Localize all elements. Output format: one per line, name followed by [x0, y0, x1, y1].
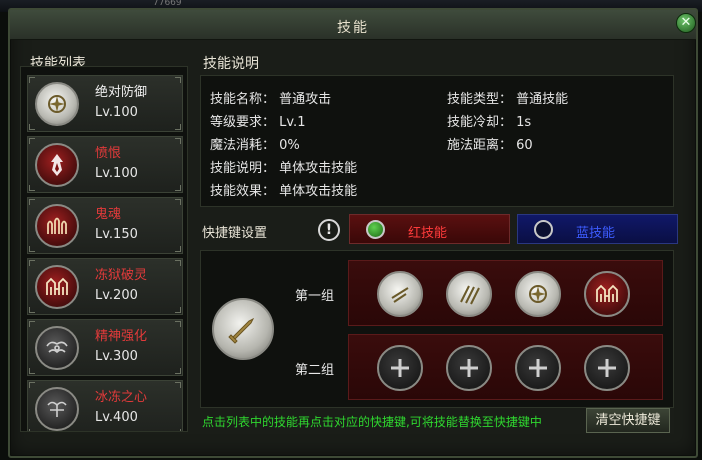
ghosts-icon	[35, 204, 79, 248]
skill-name: 冻狱破灵	[95, 268, 148, 283]
shield-orb-icon[interactable]	[515, 271, 561, 317]
info-level-req: 等级要求： Lv.1	[210, 115, 306, 130]
tab-label: 蓝技能	[576, 226, 616, 241]
close-icon[interactable]: ✕	[676, 13, 696, 33]
tab-blue-skills[interactable]: 蓝技能	[517, 214, 678, 244]
claw-icon[interactable]	[446, 271, 492, 317]
tab-red-skills[interactable]: 红技能	[349, 214, 510, 244]
radio-unselected-icon	[534, 220, 553, 239]
group-two-label: 第二组	[295, 363, 335, 378]
hotkey-settings-label: 快捷键设置	[202, 226, 268, 241]
sword-icon[interactable]	[212, 298, 274, 360]
window-title: 技能	[337, 20, 369, 36]
tab-label: 红技能	[408, 226, 448, 241]
skill-item-ghost[interactable]: 鬼魂 Lv.150	[27, 197, 183, 254]
hotkey-group-two	[348, 334, 663, 400]
info-skill-type: 技能类型： 普通技能	[447, 92, 569, 107]
frozen-heart-icon	[35, 387, 79, 431]
info-skill-name: 技能名称： 普通攻击	[210, 92, 332, 107]
info-icon[interactable]: !	[318, 219, 340, 241]
clear-hotkeys-button[interactable]: 清空快捷键	[586, 408, 670, 433]
skill-level: Lv.100	[95, 105, 138, 120]
mind-emblem-icon	[35, 326, 79, 370]
plus-icon[interactable]	[515, 345, 561, 391]
info-description: 技能说明： 单体攻击技能	[210, 161, 358, 176]
info-mana-cost: 魔法消耗： 0%	[210, 138, 300, 153]
skill-list[interactable]: 绝对防御 Lv.100 愤恨 Lv.100 鬼魂 Lv.150 冻狱破灵 Lv.…	[20, 66, 188, 432]
slash-icon[interactable]	[377, 271, 423, 317]
info-cooldown: 技能冷却： 1s	[447, 115, 532, 130]
skill-name: 鬼魂	[95, 207, 122, 222]
info-effect: 技能效果： 单体攻击技能	[210, 184, 358, 199]
plus-icon[interactable]	[584, 345, 630, 391]
skill-item-mind-boost[interactable]: 精神强化 Lv.300	[27, 319, 183, 376]
skill-name: 愤恨	[95, 146, 122, 161]
skill-level: Lv.150	[95, 227, 138, 242]
spirit-cage-icon	[35, 265, 79, 309]
radio-selected-icon	[366, 220, 385, 239]
background-counter: 77669	[153, 0, 182, 8]
plus-icon[interactable]	[446, 345, 492, 391]
skill-item-frost-prison[interactable]: 冻狱破灵 Lv.200	[27, 258, 183, 315]
hotkey-group-one	[348, 260, 663, 326]
skill-level: Lv.100	[95, 166, 138, 181]
skill-item-resentment[interactable]: 愤恨 Lv.100	[27, 136, 183, 193]
skill-name: 冰冻之心	[95, 390, 148, 405]
spirit-cage-icon[interactable]	[584, 271, 630, 317]
plus-icon[interactable]	[377, 345, 423, 391]
hotkey-hint: 点击列表中的技能再点击对应的快捷键,可将技能替换至快捷键中	[202, 415, 542, 429]
shield-orb-icon	[35, 82, 79, 126]
skill-item-absolute-defense[interactable]: 绝对防御 Lv.100	[27, 75, 183, 132]
skill-level: Lv.300	[95, 349, 138, 364]
title-bar: 技能	[10, 10, 696, 40]
skill-item-frozen-heart[interactable]: 冰冻之心 Lv.400	[27, 380, 183, 431]
skill-name: 精神强化	[95, 329, 148, 344]
skill-info-heading: 技能说明	[203, 56, 259, 72]
skill-name: 绝对防御	[95, 85, 148, 100]
flame-emblem-icon	[35, 143, 79, 187]
group-one-label: 第一组	[295, 289, 335, 304]
info-cast-range: 施法距离： 60	[447, 138, 533, 153]
skill-level: Lv.200	[95, 288, 138, 303]
skill-level: Lv.400	[95, 410, 138, 425]
